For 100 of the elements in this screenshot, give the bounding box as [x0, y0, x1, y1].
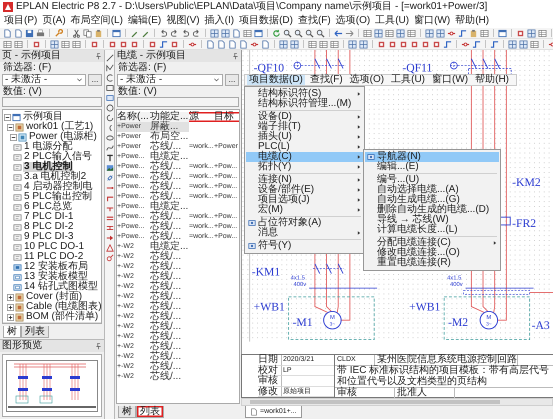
probe-icon[interactable]: [106, 254, 114, 262]
line-icon[interactable]: [106, 54, 114, 62]
menu-item[interactable]: 插头(U): [246, 132, 363, 142]
menu-item[interactable]: 自动选择电缆...(A): [365, 185, 499, 195]
tree-item[interactable]: 4 启动器控制电: [23, 182, 94, 192]
column-header[interactable]: 目标: [214, 112, 239, 122]
menu-item[interactable]: 拓扑(Y): [246, 162, 363, 172]
undo-icon[interactable]: [159, 28, 168, 38]
clipboard-icon[interactable]: [469, 28, 478, 38]
tree-item[interactable]: 3 电机控制: [23, 162, 74, 172]
menu-item[interactable]: 工具(U): [389, 75, 428, 85]
values-field[interactable]: [2, 97, 102, 107]
menu-item[interactable]: 删除自动生成的电缆...(D): [365, 205, 499, 215]
save-icon[interactable]: [25, 28, 34, 38]
table-icon[interactable]: [243, 28, 252, 38]
menu-item[interactable]: 自动生成电缆...(G): [365, 195, 499, 205]
menu-item[interactable]: 占位符对象(A): [246, 218, 363, 228]
grid-icon[interactable]: [290, 40, 299, 48]
redo-icon[interactable]: [192, 28, 201, 38]
table-icon[interactable]: [72, 40, 81, 48]
wire-icon[interactable]: [159, 40, 168, 48]
tree-item[interactable]: 12 安装板布局: [23, 262, 89, 272]
tree-item[interactable]: Cable (电缆图表): [25, 302, 101, 312]
tree-item[interactable]: 3.a 电机控制2: [23, 172, 88, 182]
window-icon[interactable]: [498, 28, 507, 38]
menu-item[interactable]: 导线 → 芯线(W): [365, 215, 499, 225]
menu-item[interactable]: 消息: [246, 228, 363, 238]
menu-item[interactable]: 结构标识符管理...(M): [246, 99, 363, 109]
tree-item[interactable]: 6 PLC总览: [23, 202, 73, 212]
expand-icon[interactable]: [7, 314, 14, 320]
refresh-icon[interactable]: [272, 28, 281, 38]
menu-item[interactable]: 选项(O): [334, 14, 372, 28]
tree-item[interactable]: Power (电源柜): [28, 132, 98, 142]
panel-tab[interactable]: 树: [118, 406, 136, 418]
frame-icon[interactable]: [106, 94, 114, 102]
chain-link-icon[interactable]: [106, 174, 114, 182]
grid-icon[interactable]: [50, 40, 59, 48]
filter-more-button[interactable]: ...: [88, 74, 102, 86]
chevron-down-icon[interactable]: [76, 76, 83, 83]
menu-item[interactable]: 查找(F): [296, 14, 333, 28]
scissors-icon[interactable]: [72, 28, 81, 38]
menu-item[interactable]: 页(A): [40, 14, 68, 28]
menu-item[interactable]: 连接(N): [246, 175, 363, 185]
menu-item[interactable]: 插入(I): [202, 14, 236, 28]
grid-icon[interactable]: [425, 28, 434, 38]
window-icon[interactable]: [112, 28, 121, 38]
menu-item[interactable]: 视图(V): [164, 14, 202, 28]
text-tool-icon[interactable]: [106, 154, 114, 162]
undo-icon[interactable]: [181, 28, 190, 38]
tree-item[interactable]: 9 PLC DI-3: [23, 232, 74, 242]
rectangle-icon[interactable]: [106, 84, 114, 92]
tree-item[interactable]: 8 PLC DI-2: [23, 222, 74, 232]
expand-icon[interactable]: [7, 294, 14, 300]
component-icon[interactable]: [32, 40, 41, 48]
filter-more-button[interactable]: ...: [225, 74, 239, 86]
window-icon[interactable]: [254, 28, 263, 38]
tree-item[interactable]: BOM (部件清单): [25, 312, 100, 322]
menu-item[interactable]: 导航器(N): [365, 152, 499, 162]
menu-item[interactable]: 查找(F): [308, 75, 345, 85]
triangle-icon[interactable]: [106, 244, 114, 252]
grid-icon[interactable]: [436, 28, 445, 38]
grid-icon[interactable]: [374, 28, 383, 38]
magnifier-icon[interactable]: [283, 28, 292, 38]
menu-item[interactable]: 布局空间(L): [68, 14, 125, 28]
menu-item[interactable]: 编号...(U): [365, 175, 499, 185]
chevron-down-icon[interactable]: [213, 76, 220, 83]
menu-item[interactable]: 符号(Y): [246, 241, 363, 251]
collapse-icon[interactable]: [4, 114, 11, 120]
table-icon[interactable]: [480, 28, 489, 38]
tree-item[interactable]: 11 PLC DO-2: [23, 252, 84, 262]
column-header[interactable]: 源: [189, 112, 214, 122]
menu-item[interactable]: 项目选项(J): [246, 195, 363, 205]
circle-icon[interactable]: [106, 104, 114, 112]
printer-icon[interactable]: [36, 28, 45, 38]
curve-icon[interactable]: [106, 144, 114, 152]
table-icon[interactable]: [538, 28, 547, 38]
menu-item[interactable]: 电缆(C): [246, 152, 363, 162]
arc-icon[interactable]: [106, 74, 114, 82]
menu-item[interactable]: 窗口(W): [430, 75, 470, 85]
component-icon[interactable]: [170, 40, 179, 48]
table-icon[interactable]: [3, 40, 12, 48]
tree-item[interactable]: 7 PLC DI-1: [23, 212, 74, 222]
menu-item[interactable]: 选项(O): [348, 75, 386, 85]
panel-tab[interactable]: 列表: [136, 406, 164, 418]
menu-item[interactable]: 修改电缆连接...(O): [365, 248, 499, 258]
tree-item[interactable]: Cover (封面): [25, 292, 84, 302]
tree-item[interactable]: 2 PLC输入信号: [23, 152, 93, 162]
menu-item[interactable]: 项目数据(D): [237, 14, 295, 28]
tree-item[interactable]: 10 PLC DO-1: [23, 242, 86, 252]
grid-icon[interactable]: [279, 40, 288, 48]
table-icon[interactable]: [319, 40, 328, 48]
table-icon[interactable]: [363, 28, 372, 38]
clipboard-icon[interactable]: [94, 28, 103, 38]
circle-arc-icon[interactable]: [106, 114, 114, 122]
menu-item[interactable]: 帮助(H): [473, 75, 512, 85]
menu-item[interactable]: 设备(D): [246, 112, 363, 122]
tree-item[interactable]: work01 (工艺1): [25, 122, 94, 132]
polyline-icon[interactable]: [106, 64, 114, 72]
double-connector-icon[interactable]: [106, 224, 114, 232]
grid-icon[interactable]: [359, 40, 368, 48]
